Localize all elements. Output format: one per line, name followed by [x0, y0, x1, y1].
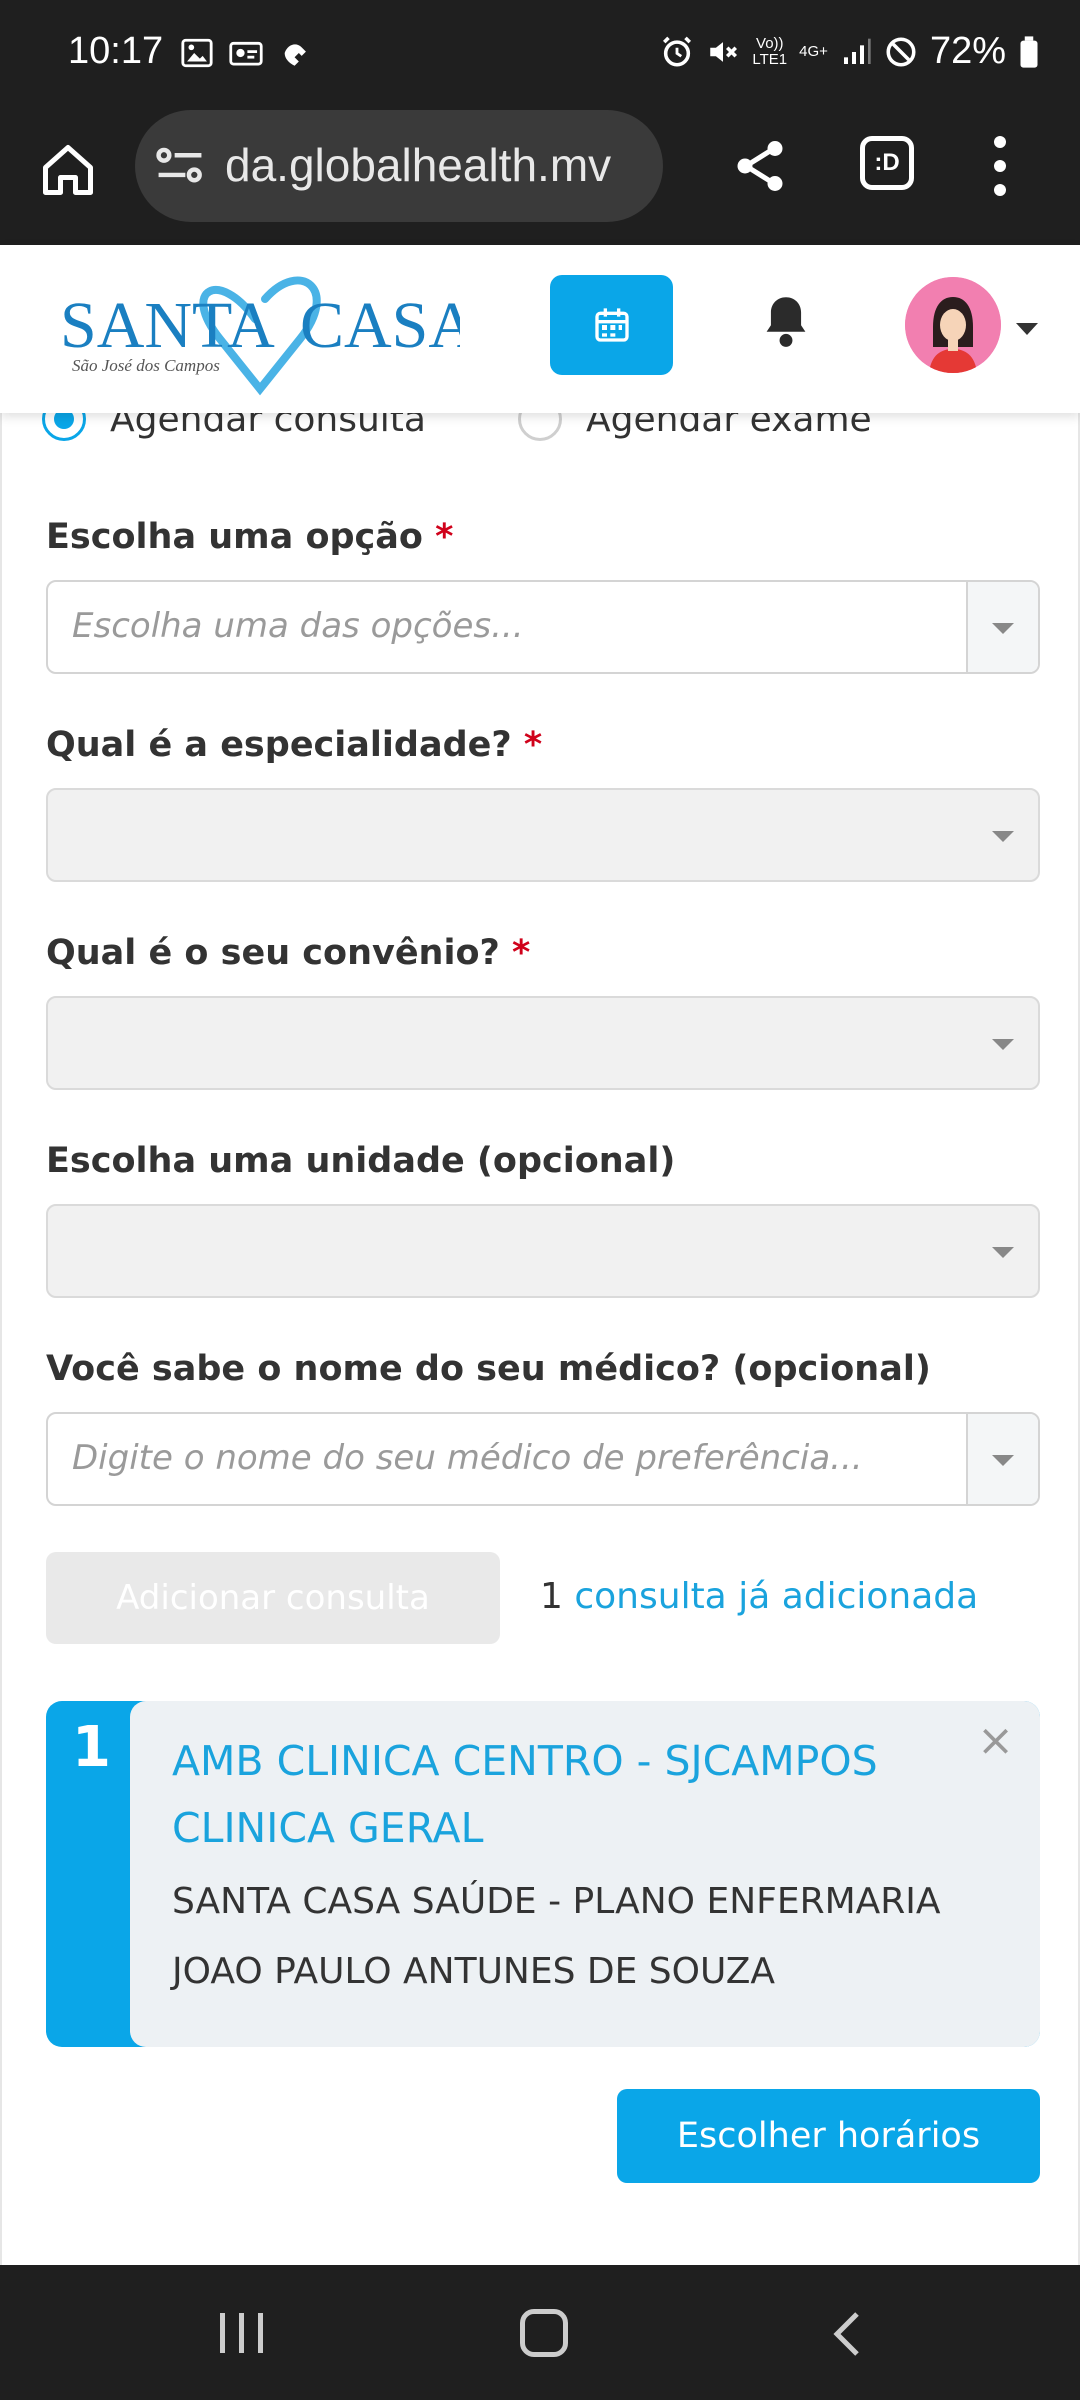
- chevron-down-icon: [992, 831, 1014, 842]
- svg-text:SANTA: SANTA: [60, 289, 275, 362]
- added-count: 1: [540, 1576, 563, 1617]
- appointment-card: 1 AMB CLINICA CENTRO - SJCAMPOS CLINICA …: [46, 1701, 1040, 2047]
- do-not-disturb-icon: [886, 36, 916, 67]
- network-type: 4G+: [799, 42, 828, 60]
- status-time: 10:17: [68, 30, 164, 72]
- doctor-label: Você sabe o nome do seu médico? (opciona…: [46, 1349, 931, 1389]
- notifications-bell-icon[interactable]: [760, 293, 812, 349]
- option-dropdown-toggle[interactable]: [966, 582, 1038, 672]
- appointment-location: AMB CLINICA CENTRO - SJCAMPOS: [172, 1737, 878, 1785]
- hands-icon: [284, 44, 306, 66]
- calendar-button[interactable]: [550, 275, 673, 375]
- more-menu-icon[interactable]: [990, 136, 1010, 196]
- choose-times-button[interactable]: Escolher horários: [617, 2089, 1040, 2183]
- tabs-button[interactable]: :D: [860, 136, 914, 190]
- url-text[interactable]: da.globalhealth.mv: [225, 138, 655, 192]
- option-placeholder: Escolha uma das opções...: [72, 606, 524, 646]
- battery-icon: [1020, 35, 1038, 68]
- system-icons: Vo)) LTE1 4G+ 72%: [660, 30, 1040, 73]
- system-nav-bar: [0, 2265, 1080, 2400]
- specialty-select[interactable]: [46, 788, 1040, 882]
- insurance-label: Qual é o seu convênio? *: [46, 933, 531, 973]
- back-icon[interactable]: [830, 2309, 864, 2359]
- status-bar: 10:17 Vo)) LTE1 4G+ 72%: [0, 0, 1080, 110]
- chevron-down-icon: [992, 623, 1014, 634]
- specialty-label: Qual é a especialidade? *: [46, 725, 543, 765]
- share-icon[interactable]: [730, 136, 790, 196]
- gallery-icon: [181, 38, 213, 68]
- appointment-specialty: CLINICA GERAL: [172, 1804, 484, 1852]
- browser-toolbar: da.globalhealth.mv :D: [0, 110, 1080, 245]
- notification-icons: [180, 36, 314, 70]
- user-avatar-icon: [905, 277, 1001, 373]
- url-bar[interactable]: da.globalhealth.mv: [135, 110, 663, 222]
- unit-select[interactable]: [46, 1204, 1040, 1298]
- signal-icon: [843, 38, 871, 64]
- id-card-icon: [229, 41, 263, 66]
- chevron-down-icon: [992, 1039, 1014, 1050]
- insurance-select[interactable]: [46, 996, 1040, 1090]
- unit-label: Escolha uma unidade (opcional): [46, 1141, 676, 1181]
- avatar-dropdown-caret-icon[interactable]: [1016, 323, 1038, 335]
- app-header: SANTA CASA São José dos Campos: [0, 245, 1080, 413]
- appointment-form: Agendar consulta Agendar exame Escolha u…: [0, 397, 1080, 2265]
- appointment-number: 1: [72, 1715, 111, 1780]
- doctor-input[interactable]: Digite o nome do seu médico de preferênc…: [46, 1412, 1040, 1506]
- home-icon[interactable]: [38, 140, 98, 200]
- recent-apps-icon[interactable]: [220, 2313, 263, 2353]
- appointment-doctor: JOAO PAULO ANTUNES DE SOUZA: [172, 1951, 775, 1992]
- battery-percent: 72%: [929, 30, 1006, 72]
- chevron-down-icon: [992, 1247, 1014, 1258]
- added-count-text: 1 consulta já adicionada: [540, 1576, 978, 1617]
- added-appointments-link[interactable]: consulta já adicionada: [574, 1576, 978, 1617]
- doctor-placeholder: Digite o nome do seu médico de preferênc…: [72, 1438, 863, 1478]
- user-avatar[interactable]: [905, 277, 1001, 373]
- svg-text:CASA: CASA: [300, 289, 460, 362]
- site-settings-icon[interactable]: [155, 144, 205, 188]
- appointment-plan: SANTA CASA SAÚDE - PLANO ENFERMARIA: [172, 1881, 941, 1922]
- alarm-icon: [663, 36, 692, 67]
- svg-text:São José dos Campos: São José dos Campos: [72, 356, 220, 375]
- santa-casa-logo[interactable]: SANTA CASA São José dos Campos: [60, 259, 460, 399]
- appointment-card-body: AMB CLINICA CENTRO - SJCAMPOS CLINICA GE…: [130, 1701, 1040, 2047]
- option-label: Escolha uma opção *: [46, 517, 454, 557]
- volte-indicator: Vo)) LTE1: [752, 34, 788, 68]
- option-select[interactable]: Escolha uma das opções...: [46, 580, 1040, 674]
- doctor-dropdown-toggle[interactable]: [966, 1414, 1038, 1504]
- unit-dropdown-toggle[interactable]: [966, 1206, 1038, 1296]
- chevron-down-icon: [992, 1455, 1014, 1466]
- calendar-icon: [594, 308, 629, 342]
- insurance-dropdown-toggle[interactable]: [966, 998, 1038, 1088]
- mute-icon: [710, 41, 738, 62]
- add-appointment-button[interactable]: Adicionar consulta: [46, 1552, 500, 1644]
- remove-appointment-close-icon[interactable]: ×: [977, 1715, 1014, 1766]
- home-nav-icon[interactable]: [520, 2309, 568, 2357]
- specialty-dropdown-toggle[interactable]: [966, 790, 1038, 880]
